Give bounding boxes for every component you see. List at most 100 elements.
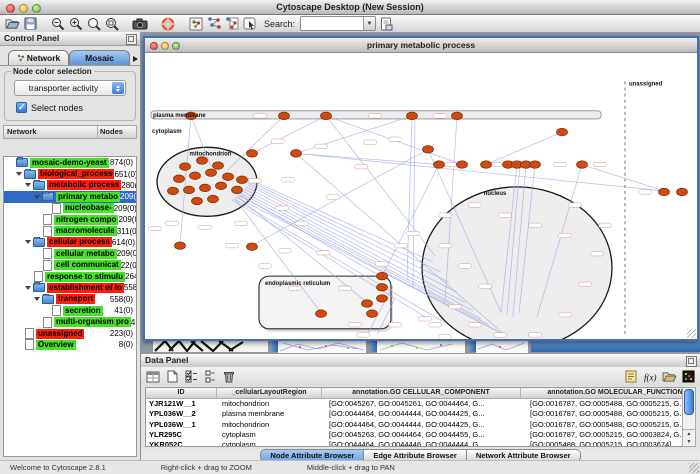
graph-node[interactable] bbox=[206, 169, 217, 177]
minimize-button[interactable] bbox=[161, 42, 169, 50]
search-input[interactable] bbox=[301, 18, 363, 29]
graph-node[interactable] bbox=[247, 243, 258, 251]
table-row[interactable]: YLR295Ccytoplasm[GO:0045263, GO:0044464,… bbox=[146, 430, 682, 440]
new-attribute-icon[interactable] bbox=[164, 369, 180, 384]
app-resize-grip[interactable] bbox=[689, 463, 699, 473]
graph-node[interactable] bbox=[180, 163, 191, 171]
import-attributes-icon[interactable] bbox=[661, 369, 677, 384]
graph-node[interactable] bbox=[200, 184, 211, 192]
help-lifesaver-icon[interactable] bbox=[160, 16, 176, 31]
graph-node[interactable] bbox=[677, 188, 688, 196]
graph-node[interactable] bbox=[175, 242, 186, 250]
layout-colored-1-icon[interactable] bbox=[206, 16, 222, 31]
matrix-icon[interactable] bbox=[680, 369, 696, 384]
tree-row[interactable]: nucleobase-209(0) bbox=[4, 203, 136, 214]
tab-mosaic[interactable]: Mosaic bbox=[69, 50, 130, 65]
float-panel-icon[interactable] bbox=[686, 356, 697, 367]
attribute-table-icon[interactable] bbox=[145, 369, 161, 384]
table-row[interactable]: YPL036W__2plasma membrane[GO:0044464, GO… bbox=[146, 409, 682, 419]
graph-node[interactable] bbox=[237, 176, 248, 184]
close-button[interactable] bbox=[150, 42, 158, 50]
network-canvas[interactable]: plasma membranecytoplasmmitochondrionnuc… bbox=[145, 53, 697, 339]
column-header[interactable]: annotation.GO CELLULAR_COMPONENT bbox=[322, 388, 521, 398]
graph-node[interactable] bbox=[190, 172, 201, 180]
table-row[interactable]: YPL036W__1mitochondrion[GO:0044464, GO:0… bbox=[146, 420, 682, 430]
notes-icon[interactable] bbox=[623, 369, 639, 384]
graph-node[interactable] bbox=[223, 173, 234, 181]
tree-row[interactable]: transport558(0) bbox=[4, 294, 136, 305]
tree-row[interactable]: macromolecule311(0) bbox=[4, 225, 136, 236]
tree-row[interactable]: Overview8(0) bbox=[4, 339, 136, 350]
scrollbar-thumb[interactable] bbox=[684, 389, 694, 415]
expand-twisty-icon[interactable] bbox=[25, 183, 31, 187]
graph-node[interactable] bbox=[407, 112, 418, 120]
table-scrollbar[interactable]: ▲▼ bbox=[682, 387, 696, 447]
graph-node[interactable] bbox=[362, 300, 373, 308]
expand-twisty-icon[interactable] bbox=[25, 286, 31, 290]
tree-row[interactable]: cellular process614(0) bbox=[4, 237, 136, 248]
graph-node[interactable] bbox=[530, 161, 541, 169]
graph-edge[interactable] bbox=[296, 116, 412, 154]
tree-row[interactable]: cellular metabo209(0) bbox=[4, 248, 136, 259]
graph-node[interactable] bbox=[321, 112, 332, 120]
graph-edge[interactable] bbox=[407, 116, 412, 280]
tree-row[interactable]: nitrogen compo209(0) bbox=[4, 214, 136, 225]
graph-node[interactable] bbox=[452, 112, 463, 120]
graph-node[interactable] bbox=[423, 146, 434, 154]
graph-node[interactable] bbox=[208, 195, 219, 203]
unselect-attributes-icon[interactable] bbox=[202, 369, 218, 384]
graph-node[interactable] bbox=[457, 161, 468, 169]
graph-node[interactable] bbox=[659, 188, 670, 196]
graph-edge[interactable] bbox=[248, 179, 433, 262]
graph-node[interactable] bbox=[316, 310, 327, 318]
graph-node[interactable] bbox=[377, 272, 388, 280]
minimize-button[interactable] bbox=[19, 4, 28, 13]
graph-node[interactable] bbox=[377, 284, 388, 292]
column-header[interactable]: ID bbox=[146, 388, 217, 398]
graph-node[interactable] bbox=[184, 186, 195, 194]
graph-node[interactable] bbox=[577, 161, 588, 169]
graph-edge[interactable] bbox=[413, 116, 415, 286]
tree-row[interactable]: response to stimulu264(0) bbox=[4, 271, 136, 282]
graph-node[interactable] bbox=[197, 157, 208, 165]
function-builder-icon[interactable]: f(x) bbox=[642, 369, 658, 384]
graph-node[interactable] bbox=[279, 112, 290, 120]
expand-twisty-icon[interactable] bbox=[16, 172, 22, 176]
scrollbar-arrows[interactable]: ▲▼ bbox=[683, 429, 695, 446]
zoom-button[interactable] bbox=[32, 4, 41, 13]
window-resize-grip[interactable] bbox=[687, 329, 696, 338]
graph-node[interactable] bbox=[557, 128, 568, 136]
compartment-nucleus[interactable] bbox=[422, 187, 612, 339]
graph-node[interactable] bbox=[291, 150, 302, 158]
background-window-fragment[interactable] bbox=[476, 339, 528, 353]
close-button[interactable] bbox=[6, 4, 15, 13]
tree-row[interactable]: establishment of lo558(0) bbox=[4, 282, 136, 293]
graph-node[interactable] bbox=[367, 310, 378, 318]
graph-node[interactable] bbox=[213, 162, 224, 170]
select-attributes-icon[interactable] bbox=[183, 369, 199, 384]
column-header[interactable]: _cellularLayoutRegion bbox=[217, 388, 322, 398]
tree-row[interactable]: metabolic process280(0) bbox=[4, 180, 136, 191]
tree-row[interactable]: mosaic-demo-yeast874(0) bbox=[4, 157, 136, 168]
graph-edge[interactable] bbox=[296, 153, 664, 191]
expand-twisty-icon[interactable] bbox=[34, 297, 40, 301]
select-nodes-checkbox[interactable] bbox=[16, 102, 27, 113]
node-color-select[interactable]: transporter activity bbox=[14, 80, 126, 96]
snapshot-camera-icon[interactable] bbox=[132, 16, 148, 31]
graph-node[interactable] bbox=[377, 295, 388, 303]
zoom-fit-icon[interactable] bbox=[86, 16, 102, 31]
tree-row[interactable]: secretion41(0) bbox=[4, 305, 136, 316]
tab-network[interactable]: Network bbox=[8, 50, 69, 65]
tree-row[interactable]: cell communicat22(0) bbox=[4, 260, 136, 271]
annotation-import-icon[interactable] bbox=[378, 16, 394, 31]
background-window-fragment[interactable] bbox=[278, 339, 366, 353]
expand-twisty-icon[interactable] bbox=[34, 195, 40, 199]
graph-node[interactable] bbox=[174, 175, 185, 183]
network-window-titlebar[interactable]: primary metabolic process bbox=[145, 38, 697, 53]
graph-node[interactable] bbox=[247, 150, 258, 158]
zoom-selected-icon[interactable] bbox=[104, 16, 120, 31]
graph-edge[interactable] bbox=[486, 132, 562, 164]
graph-node[interactable] bbox=[192, 197, 203, 205]
table-row[interactable]: YJR121W__1mitochondrion[GO:0045267, GO:0… bbox=[146, 399, 682, 409]
delete-attribute-icon[interactable] bbox=[221, 369, 237, 384]
